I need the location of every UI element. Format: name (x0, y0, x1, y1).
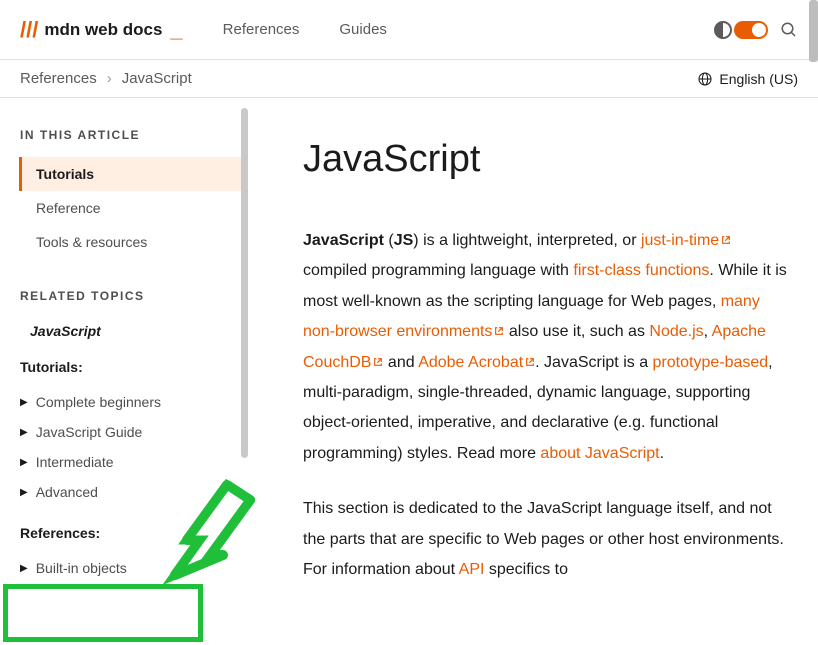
references-tree: ▶Built-in objects (20, 553, 248, 583)
page-scrollbar[interactable] (809, 0, 818, 62)
nav-guides[interactable]: Guides (339, 21, 387, 38)
chevron-right-icon: › (107, 70, 112, 87)
link-prototype[interactable]: prototype-based (653, 354, 769, 371)
triangle-right-icon: ▶ (20, 397, 28, 408)
table-of-contents: Tutorials Reference Tools & resources (20, 157, 248, 259)
link-api[interactable]: API (459, 561, 485, 578)
tree-advanced[interactable]: ▶Advanced (20, 477, 248, 507)
tutorials-tree: ▶Complete beginners ▶JavaScript Guide ▶I… (20, 387, 248, 507)
sidebar: IN THIS ARTICLE Tutorials Reference Tool… (0, 98, 248, 643)
language-selector[interactable]: English (US) (697, 71, 798, 87)
tutorials-heading: Tutorials: (20, 359, 248, 375)
external-link-icon (721, 235, 731, 245)
link-about-js[interactable]: about JavaScript (540, 445, 659, 462)
language-label: English (US) (719, 71, 798, 87)
triangle-right-icon: ▶ (20, 563, 28, 574)
theme-control[interactable] (714, 21, 768, 39)
tree-intermediate[interactable]: ▶Intermediate (20, 447, 248, 477)
breadcrumb: References › JavaScript English (US) (0, 60, 818, 98)
page-title: JavaScript (303, 138, 788, 181)
tree-complete-beginners[interactable]: ▶Complete beginners (20, 387, 248, 417)
mdn-logo[interactable]: /// mdn web docs _ (20, 17, 183, 43)
search-icon[interactable] (780, 21, 798, 39)
toc-tools[interactable]: Tools & resources (22, 225, 248, 259)
external-link-icon (494, 326, 504, 336)
link-jit[interactable]: just-in-time (641, 232, 719, 249)
intro-paragraph: JavaScript (JS) is a lightweight, interp… (303, 226, 788, 469)
globe-icon (697, 71, 713, 87)
link-acrobat[interactable]: Adobe Acrobat (418, 354, 523, 371)
main-content: JavaScript JavaScript (JS) is a lightwei… (248, 98, 818, 643)
triangle-right-icon: ▶ (20, 487, 28, 498)
primary-nav: References Guides (223, 21, 387, 38)
sidebar-scrollbar[interactable] (241, 108, 248, 458)
toc-heading: IN THIS ARTICLE (20, 128, 248, 142)
triangle-right-icon: ▶ (20, 457, 28, 468)
nav-references[interactable]: References (223, 21, 300, 38)
references-heading: References: (20, 525, 248, 541)
logo-text: mdn web docs (44, 20, 162, 40)
toc-tutorials[interactable]: Tutorials (19, 157, 248, 191)
top-navigation: /// mdn web docs _ References Guides (0, 0, 818, 60)
external-link-icon (525, 357, 535, 367)
link-nodejs[interactable]: Node.js (649, 323, 703, 340)
external-link-icon (373, 357, 383, 367)
related-heading: RELATED TOPICS (20, 289, 248, 303)
breadcrumb-javascript[interactable]: JavaScript (122, 70, 192, 87)
tree-builtin-objects[interactable]: ▶Built-in objects (20, 553, 248, 583)
theme-toggle[interactable] (734, 21, 768, 39)
triangle-right-icon: ▶ (20, 427, 28, 438)
logo-underscore-icon: _ (170, 17, 182, 43)
second-paragraph: This section is dedicated to the JavaScr… (303, 494, 788, 585)
contrast-icon (714, 21, 732, 39)
toc-reference[interactable]: Reference (22, 191, 248, 225)
related-javascript[interactable]: JavaScript (30, 323, 248, 339)
tree-javascript-guide[interactable]: ▶JavaScript Guide (20, 417, 248, 447)
link-first-class[interactable]: first-class functions (573, 262, 709, 279)
logo-mark-icon: /// (20, 17, 38, 43)
breadcrumb-references[interactable]: References (20, 70, 97, 87)
